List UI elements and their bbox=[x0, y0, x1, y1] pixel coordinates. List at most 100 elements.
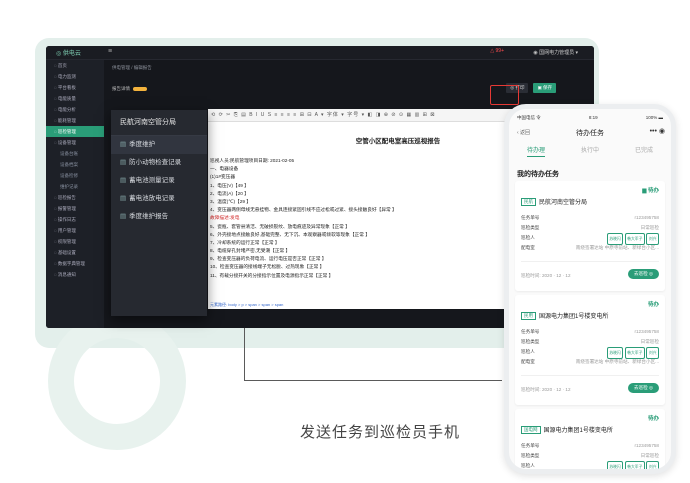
go-inspect-button[interactable]: 去巡检 ◎ bbox=[627, 269, 659, 279]
status-text: 待办 bbox=[647, 302, 659, 308]
menu-item[interactable]: ▤ 蓄电池测量记录 bbox=[111, 172, 207, 190]
top-bar: ◎ 供电云 ≡ △ 99+ ◉ 国网电力管理员 ▾ bbox=[46, 46, 594, 60]
menu-item[interactable]: ▤ 防小动物检查记录 bbox=[111, 154, 207, 172]
tab-badge bbox=[133, 86, 147, 91]
page-title: 待办任务 bbox=[576, 130, 604, 137]
notification-icon[interactable]: △ 99+ bbox=[490, 48, 504, 54]
menu-item[interactable]: ▤ 蓄电池放电记录 bbox=[111, 190, 207, 208]
menu-title: 民航河南空管分局 bbox=[111, 110, 207, 136]
connector-line bbox=[244, 380, 502, 381]
stage: 发送任务到巡检员手机 ◎ 供电云 ≡ △ 99+ ◉ 国网电力管理员 ▾ ◌ 首… bbox=[0, 0, 690, 483]
info-row: 任务单号 r123495758 bbox=[521, 213, 659, 223]
inspector-chips: 苏晓闪 韩大军子 刘兴 bbox=[605, 461, 659, 469]
sidebar-item[interactable]: ◌ 平台看板 bbox=[46, 82, 104, 93]
save-button[interactable]: ▣ 保存 bbox=[533, 83, 556, 93]
time-value: 2020 · 12 · 12 bbox=[541, 387, 571, 392]
sidebar-item[interactable]: ◌ 设备管理 bbox=[46, 137, 104, 148]
task-card[interactable]: ▆ 待办 民航 民航河南空管分局 任务单号 r123495758 巡检类型 日常巡检 … bbox=[515, 181, 665, 291]
row-label: 配电室 bbox=[521, 359, 535, 364]
status-text: 待办 bbox=[647, 416, 659, 422]
inspection-time: 巡检时间: 2020 · 12 · 12 bbox=[521, 273, 571, 279]
row-label: 巡检类型 bbox=[521, 225, 540, 230]
section-title: 我的待办任务 bbox=[517, 171, 559, 178]
tab-label: 报告详情 bbox=[112, 86, 130, 91]
divider bbox=[521, 261, 659, 262]
sidebar: ◌ 首页 ◌ 电力监测 ◌ 平台看板 ◌ 电能质量 ◌ 电能分析 ◌ 能耗管理 … bbox=[46, 60, 104, 328]
tab-pending[interactable]: 待办理 bbox=[526, 145, 545, 157]
menu-item[interactable]: ▤ 季度维护报告 bbox=[111, 208, 207, 226]
row-label: 巡检类型 bbox=[521, 453, 540, 458]
info-row: 任务单号 r123495758 bbox=[521, 327, 659, 337]
sidebar-item[interactable]: ◌ 用户管理 bbox=[46, 225, 104, 236]
row-value: 南绕签署达站 中原寺前站、新绿台小区... bbox=[575, 245, 659, 250]
sidebar-item-active[interactable]: ◌ 巡检管理 bbox=[46, 126, 104, 137]
card-header: 民用 国源电力集团1号楼变电所 bbox=[521, 311, 609, 321]
doc-icon: ▤ bbox=[120, 195, 127, 202]
sidebar-item[interactable]: ◌ 能耗管理 bbox=[46, 115, 104, 126]
time-label: 巡检时间: bbox=[521, 387, 541, 392]
card-tag: 民用 bbox=[521, 312, 536, 321]
divider bbox=[521, 375, 659, 376]
sidebar-item[interactable]: ◌ 报警管理 bbox=[46, 203, 104, 214]
status-text: 待办 bbox=[647, 188, 659, 194]
card-header: 国电网 国源电力集团1号楼变电所 bbox=[521, 425, 613, 435]
info-row: 巡检人 苏晓闪 韩大军子 刘兴 bbox=[521, 347, 659, 359]
row-value: 日常巡检 bbox=[640, 453, 659, 458]
more-icon[interactable]: ••• ◉ bbox=[650, 127, 665, 135]
sidebar-subitem[interactable]: 设备检修 bbox=[46, 170, 104, 181]
sidebar-subitem[interactable]: 设备台账 bbox=[46, 148, 104, 159]
task-card[interactable]: 待办 国电网 国源电力集团1号楼变电所 任务单号 r123495758 巡检类型 日常… bbox=[515, 409, 665, 469]
status-badge: 待办 bbox=[648, 414, 659, 422]
sidebar-item[interactable]: ◌ 数据字典管理 bbox=[46, 258, 104, 269]
row-label: 巡检人 bbox=[521, 463, 535, 468]
row-label: 巡检人 bbox=[521, 349, 535, 354]
row-value: r123495758 bbox=[634, 443, 659, 448]
task-tabs: 待办理 执行中 已完成 bbox=[509, 145, 671, 157]
info-row: 配电室 南绕签署达站 中原寺前站、新绿台小区... bbox=[521, 357, 659, 367]
card-title: 民航河南空管分局 bbox=[539, 200, 588, 206]
user-menu[interactable]: ◉ 国网电力管理员 ▾ bbox=[533, 49, 578, 56]
tab-in-progress[interactable]: 执行中 bbox=[581, 145, 599, 157]
doc-icon: ▤ bbox=[120, 159, 127, 166]
go-inspect-button[interactable]: 去巡检 ◎ bbox=[627, 383, 659, 393]
status-badge: ▆ 待办 bbox=[642, 188, 659, 194]
sidebar-item[interactable]: ◌ 巡检报告 bbox=[46, 192, 104, 203]
row-value: 南绕签署达站 中原寺前站、新绿台小区... bbox=[575, 359, 659, 364]
info-row: 巡检人 苏晓闪 韩大军子 刘兴 bbox=[521, 461, 659, 469]
time-value: 2020 · 12 · 12 bbox=[541, 273, 571, 278]
sidebar-item[interactable]: ◌ 首页 bbox=[46, 60, 104, 71]
info-row: 巡检人 苏晓闪 韩大军子 刘兴 bbox=[521, 233, 659, 245]
menu-toggle-icon[interactable]: ≡ bbox=[108, 48, 112, 55]
info-row: 巡检类型 日常巡检 bbox=[521, 451, 659, 461]
tab-completed[interactable]: 已完成 bbox=[635, 145, 653, 157]
row-value: r123495758 bbox=[634, 215, 659, 220]
clock: 8:19 bbox=[588, 115, 598, 120]
sidebar-item[interactable]: ◌ 消息通知 bbox=[46, 269, 104, 280]
element-path: 元素路径: body > p > span > span > span bbox=[210, 302, 284, 307]
phone: 中国电信 令 8:19 100% ▬ ‹ 返回 待办任务 ••• ◉ 待办理 执… bbox=[504, 104, 676, 474]
task-card[interactable]: 待办 民用 国源电力集团1号楼变电所 任务单号 r123495758 巡检类型 日常巡… bbox=[515, 295, 665, 405]
row-value: 日常巡检 bbox=[640, 225, 659, 230]
carrier: 中国电信 令 bbox=[517, 115, 541, 120]
status-bar: 中国电信 令 8:19 100% ▬ bbox=[517, 115, 663, 121]
sidebar-subitem[interactable]: 设备档案 bbox=[46, 159, 104, 170]
sidebar-item[interactable]: ◌ 电能分析 bbox=[46, 104, 104, 115]
card-title: 国源电力集团1号楼变电所 bbox=[539, 314, 609, 320]
menu-item-label: 季度维护 bbox=[129, 141, 156, 148]
sidebar-item[interactable]: ◌ 基础设置 bbox=[46, 247, 104, 258]
sidebar-item[interactable]: ◌ 权限管理 bbox=[46, 236, 104, 247]
tab-report-detail[interactable]: 报告详情 bbox=[112, 86, 147, 92]
row-label: 任务单号 bbox=[521, 443, 540, 448]
menu-item[interactable]: ▤ 季度维护 bbox=[111, 136, 207, 154]
sidebar-subitem[interactable]: 维护记录 bbox=[46, 181, 104, 192]
nav-bar: ‹ 返回 待办任务 ••• ◉ bbox=[515, 127, 665, 139]
card-title: 国源电力集团1号楼变电所 bbox=[543, 428, 613, 434]
sidebar-item[interactable]: ◌ 电能质量 bbox=[46, 93, 104, 104]
sidebar-item[interactable]: ◌ 操作日志 bbox=[46, 214, 104, 225]
card-tag: 民航 bbox=[521, 198, 536, 207]
row-label: 配电室 bbox=[521, 245, 535, 250]
row-label: 巡检类型 bbox=[521, 339, 540, 344]
inspector-chip: 刘兴 bbox=[646, 461, 659, 469]
sidebar-item[interactable]: ◌ 电力监测 bbox=[46, 71, 104, 82]
card-tag: 国电网 bbox=[521, 426, 541, 435]
